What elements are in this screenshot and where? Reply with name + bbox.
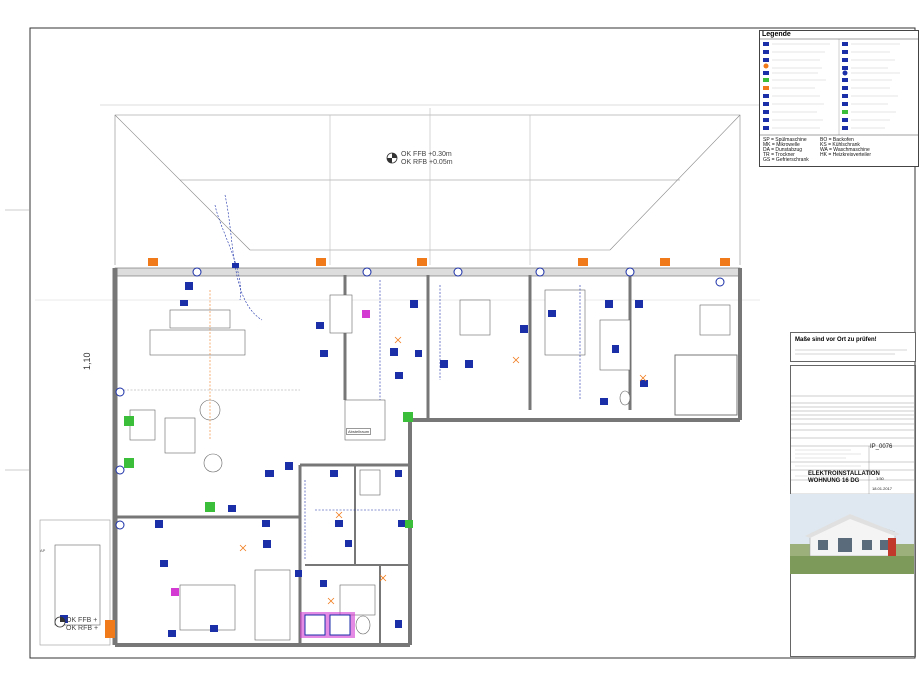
dimension-label: 1,10 [82, 352, 92, 370]
ok-rfb-top: OK RFB +0.05m [401, 159, 453, 166]
notes-title: Maße sind vor Ort zu prüfen! [795, 337, 877, 343]
label-ap: AP [40, 548, 46, 553]
date: 18.01.2017 [872, 486, 893, 491]
ok-ffb-bottom: OK FFB + [66, 617, 98, 624]
notes-box: Maße sind vor Ort zu prüfen! [790, 332, 916, 362]
abbr-gs: GS = Gefrierschrank [763, 157, 809, 163]
title-line-1: ELEKTROINSTALLATION [808, 471, 880, 477]
level-marker-top: OK FFB +0.30m OK RFB +0.05m [401, 151, 453, 167]
ok-rfb-bottom: OK RFB + [66, 625, 99, 632]
plan-number: IP_0076 [870, 444, 893, 450]
level-marker-bottom: OK FFB + OK RFB + [66, 617, 98, 633]
drawing-title: ELEKTROINSTALLATION WOHNUNG 16 DG [808, 471, 880, 485]
walls [39, 267, 742, 647]
scale: 1:50 [876, 476, 884, 481]
ok-ffb-top: OK FFB +0.30m [401, 151, 452, 158]
building-rendering [790, 494, 914, 574]
notes-text-lines [795, 349, 907, 355]
electrical-symbols [60, 263, 725, 637]
title-line-2: WOHNUNG 16 DG [808, 478, 860, 484]
abbr-hk: HK = Heizkreisverteiler [820, 152, 871, 158]
legend-panel: Legende SP = Spülmaschine MK = Mikrowell… [759, 30, 919, 167]
rendering-image [790, 494, 914, 574]
room-label-abstellraum: Abstellraum [346, 428, 372, 435]
